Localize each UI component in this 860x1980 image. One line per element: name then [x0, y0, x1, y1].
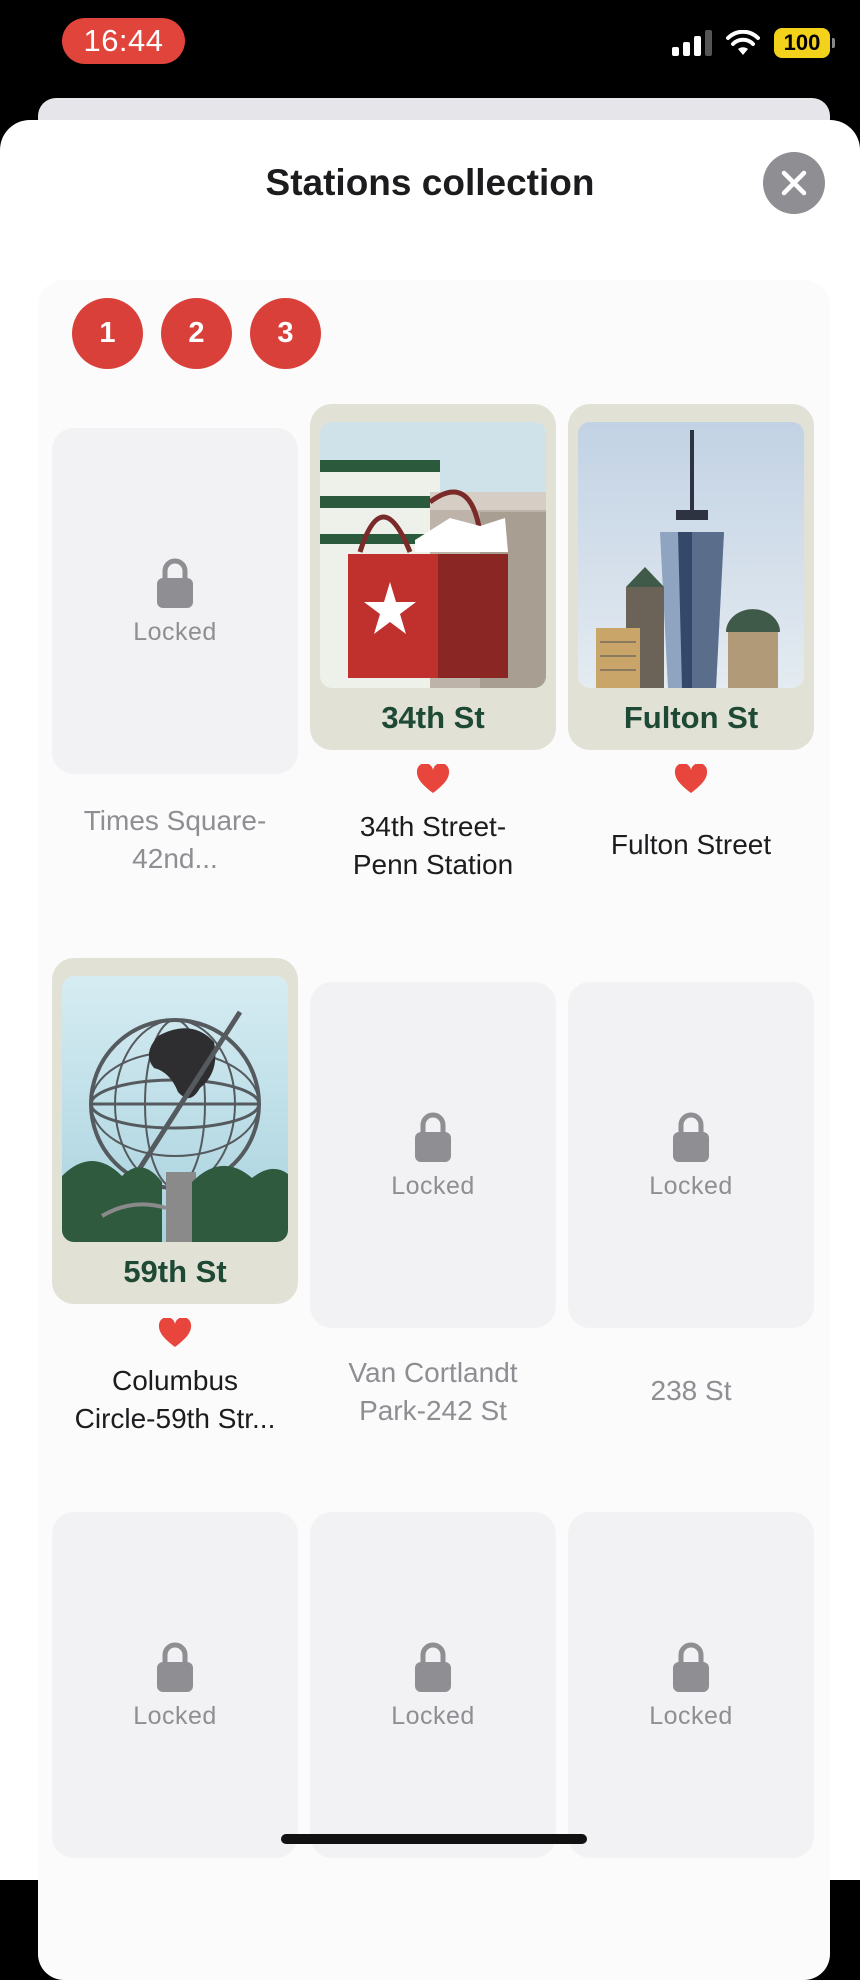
page-selector: 1 2 3 — [72, 298, 321, 369]
locked-card: Locked — [52, 1512, 298, 1858]
stations-grid: 1 2 3 Locked Times Square-42nd... 34th S… — [38, 160, 830, 1860]
station-name: 34th Street- Penn Station — [352, 811, 514, 880]
station-card: 34th St — [310, 404, 556, 750]
time-pill[interactable]: 16:44 — [62, 18, 185, 64]
page-button-3[interactable]: 3 — [250, 298, 321, 369]
home-indicator[interactable] — [281, 1834, 587, 1844]
station-cell[interactable]: Locked Times Square-42nd... — [52, 428, 298, 878]
locked-card: Locked — [310, 1512, 556, 1858]
skyline-illustration — [578, 422, 804, 688]
card-title: 59th St — [123, 1254, 227, 1289]
station-card: Fulton St — [568, 404, 814, 750]
station-name: 238 St — [650, 1375, 732, 1406]
station-cell[interactable]: 59th St Columbus Circle-59th Str... — [52, 958, 298, 1438]
locked-label: Locked — [133, 617, 217, 646]
page-button-2[interactable]: 2 — [161, 298, 232, 369]
wifi-icon — [726, 30, 760, 55]
locked-card: Locked — [310, 982, 556, 1328]
heart-icon[interactable] — [52, 1317, 298, 1352]
locked-card: Locked — [52, 428, 298, 774]
station-name: Times Square-42nd... — [83, 805, 267, 874]
shopping-bag-illustration — [320, 422, 546, 688]
card-title: 34th St — [381, 700, 485, 735]
locked-label: Locked — [649, 1171, 733, 1200]
heart-icon[interactable] — [310, 763, 556, 798]
heart-icon[interactable] — [568, 763, 814, 798]
card-title: Fulton St — [623, 700, 759, 735]
status-icons: 100 — [672, 28, 835, 58]
station-cell[interactable]: Locked — [310, 1512, 556, 1858]
station-cell[interactable]: Locked — [52, 1512, 298, 1858]
lock-icon — [415, 1112, 451, 1162]
station-name: Van Cortlandt Park-242 St — [348, 1357, 518, 1426]
locked-label: Locked — [391, 1171, 475, 1200]
battery-icon: 100 — [774, 28, 835, 58]
locked-label: Locked — [133, 1701, 217, 1730]
station-name: Fulton Street — [610, 829, 772, 860]
locked-label: Locked — [391, 1701, 475, 1730]
station-name: Columbus Circle-59th Str... — [74, 1365, 276, 1434]
station-card: 59th St — [52, 958, 298, 1304]
lock-icon — [673, 1642, 709, 1692]
locked-label: Locked — [649, 1701, 733, 1730]
cellular-signal-icon — [672, 30, 712, 56]
station-cell[interactable]: Locked 238 St — [568, 982, 814, 1410]
lock-icon — [673, 1112, 709, 1162]
station-cell[interactable]: Locked — [568, 1512, 814, 1858]
locked-card: Locked — [568, 1512, 814, 1858]
page-button-1[interactable]: 1 — [72, 298, 143, 369]
lock-icon — [415, 1642, 451, 1692]
lock-icon — [157, 558, 193, 608]
unisphere-illustration — [62, 976, 288, 1242]
locked-card: Locked — [568, 982, 814, 1328]
station-cell[interactable]: 34th St 34th Street- Penn Station — [310, 404, 556, 884]
station-cell[interactable]: Locked Van Cortlandt Park-242 St — [310, 982, 556, 1430]
station-cell[interactable]: Fulton St Fulton Street — [568, 404, 814, 864]
status-bar: 16:44 100 — [0, 0, 860, 96]
lock-icon — [157, 1642, 193, 1692]
